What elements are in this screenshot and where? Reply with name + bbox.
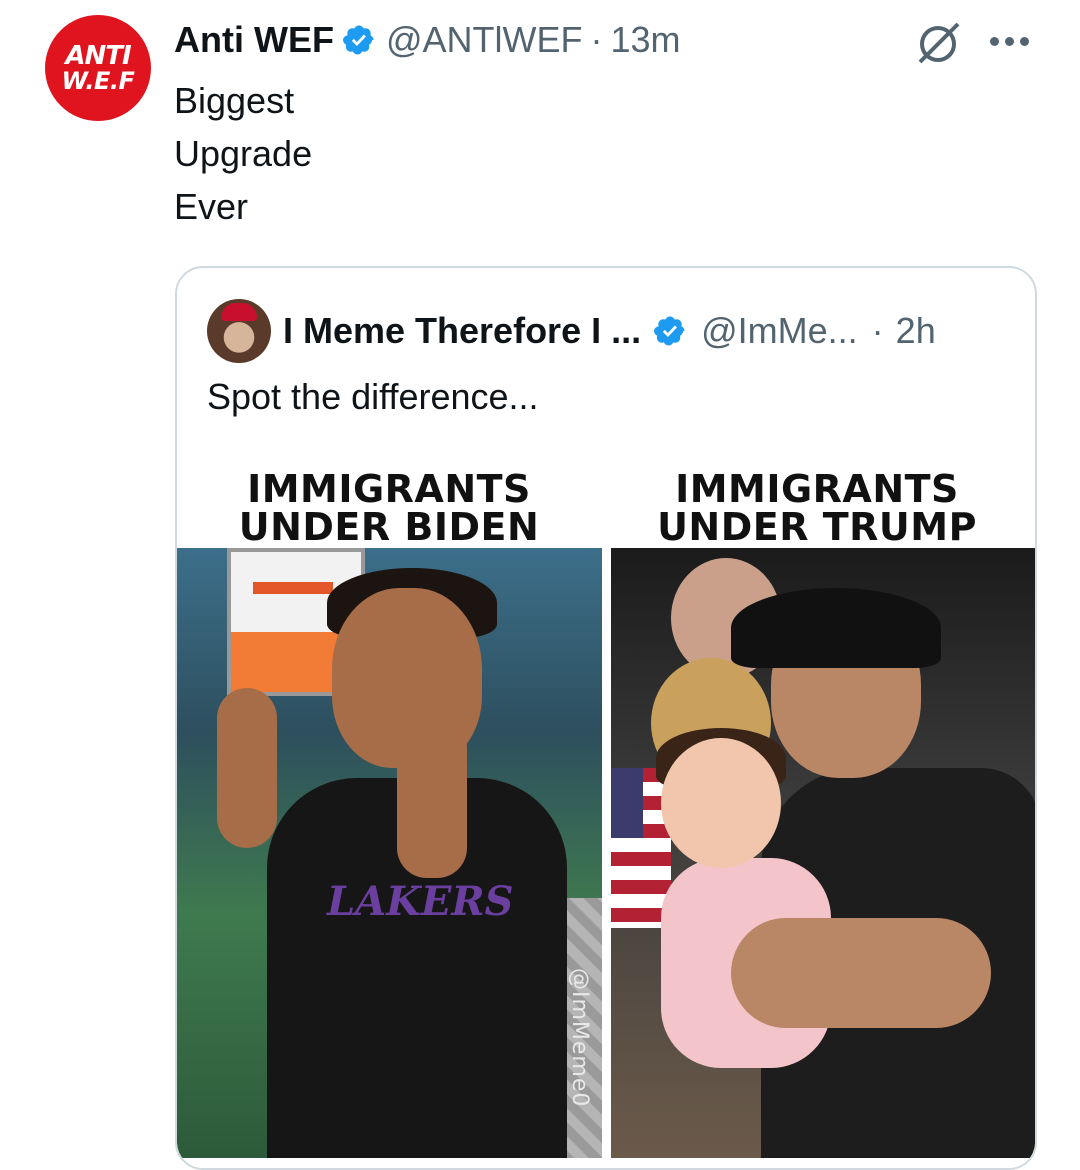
caption-right-line2: UNDER TRUMP	[657, 505, 977, 549]
shirt-text: LAKERS	[327, 878, 514, 925]
hand-left	[217, 688, 277, 848]
caption-right: IMMIGRANTS UNDER TRUMP	[607, 470, 1027, 546]
avatar-text-line1: ANTI	[65, 41, 131, 71]
caption-left: IMMIGRANTS UNDER BIDEN	[179, 470, 599, 546]
caption-left-line2: UNDER BIDEN	[238, 505, 540, 549]
author-name[interactable]: Anti WEF	[174, 19, 334, 61]
timestamp[interactable]: 13m	[611, 19, 681, 61]
verified-badge-icon[interactable]	[653, 314, 687, 348]
flag-canton	[611, 768, 643, 838]
avatar-text-line2: W.E.F	[61, 67, 135, 95]
tweet-text: Biggest Upgrade Ever	[174, 80, 313, 227]
quoted-tweet-card[interactable]: I Meme Therefore I ... @ImMe... · 2h Spo…	[175, 266, 1037, 1170]
cap	[731, 588, 941, 668]
quoted-author-name[interactable]: I Meme Therefore I ...	[283, 310, 641, 352]
grok-icon[interactable]	[912, 18, 964, 68]
tweet-header: Anti WEF @ANTlWEF · 13m	[174, 18, 681, 62]
quoted-tweet-text: Spot the difference...	[207, 376, 539, 417]
baby-face	[661, 738, 781, 868]
caption-left-line1: IMMIGRANTS	[247, 467, 531, 511]
author-handle[interactable]: @ANTlWEF	[386, 19, 583, 61]
quoted-timestamp[interactable]: 2h	[896, 310, 936, 352]
avatar[interactable]: ANTI W.E.F	[45, 15, 151, 121]
man-arms	[731, 918, 991, 1028]
separator-dot: ·	[871, 310, 884, 351]
separator-dot: ·	[590, 19, 603, 60]
photo-right	[611, 548, 1035, 1158]
quoted-avatar[interactable]	[207, 299, 271, 363]
caption-right-line1: IMMIGRANTS	[675, 467, 959, 511]
meme-image[interactable]: IMMIGRANTS UNDER BIDEN IMMIGRANTS UNDER …	[177, 458, 1035, 1158]
photo-left: LAKERS @ImMeme0	[177, 548, 602, 1158]
quoted-tweet-header: I Meme Therefore I ... @ImMe... · 2h	[207, 298, 936, 364]
verified-badge-icon[interactable]	[342, 23, 376, 57]
face	[332, 588, 482, 768]
quoted-author-handle[interactable]: @ImMe...	[701, 310, 858, 352]
more-options-icon[interactable]	[990, 32, 1036, 50]
watermark: @ImMeme0	[567, 968, 592, 1108]
